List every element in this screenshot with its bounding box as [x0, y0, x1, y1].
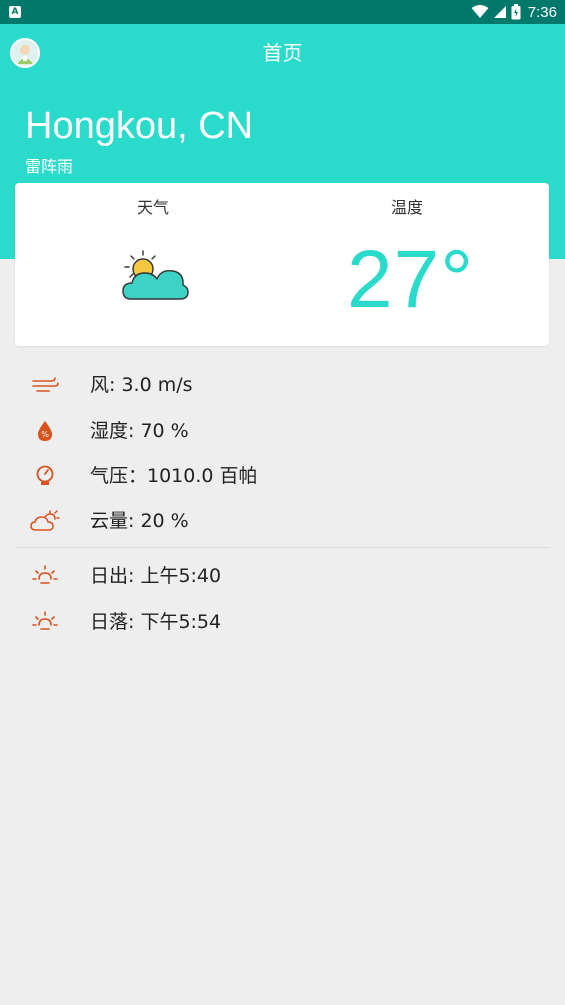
cloud-sun-icon — [30, 508, 60, 534]
wind-icon — [30, 372, 60, 398]
pressure-row: 气压：1010.0 百帕 — [0, 456, 565, 496]
sunrise-text: 日出: 上午5:40 — [90, 565, 222, 587]
temperature-label: 温度 — [391, 198, 424, 217]
weather-card: 天气 温度 27° — [15, 183, 549, 346]
cloudiness-row: 云量: 20 % — [0, 501, 565, 541]
weather-label: 天气 — [137, 198, 170, 217]
sunrise-icon — [30, 563, 60, 589]
status-bar: A 7:36 — [0, 0, 565, 24]
weather-condition: 雷阵雨 — [25, 157, 74, 176]
sunset-row: 日落: 下午5:54 — [0, 602, 565, 642]
signal-icon — [493, 6, 506, 18]
temperature-value: 27° — [347, 234, 475, 325]
pressure-gauge-icon — [30, 463, 60, 489]
humidity-icon: % — [30, 418, 60, 444]
sunrise-row: 日出: 上午5:40 — [0, 556, 565, 596]
divider — [15, 547, 549, 548]
humidity-row: % 湿度: 70 % — [0, 411, 565, 451]
notification-icon: A — [9, 6, 21, 18]
wifi-icon — [471, 5, 489, 18]
wind-text: 风: 3.0 m/s — [90, 374, 193, 396]
page-title: 首页 — [262, 41, 303, 65]
cloudiness-text: 云量: 20 % — [90, 510, 189, 532]
battery-icon — [511, 4, 521, 20]
city-name: Hongkou, CN — [25, 105, 254, 147]
pressure-text: 气压：1010.0 百帕 — [90, 465, 258, 487]
sunset-text: 日落: 下午5:54 — [90, 611, 222, 633]
wind-row: 风: 3.0 m/s — [0, 365, 565, 405]
svg-text:%: % — [41, 430, 49, 439]
status-time: 7:36 — [527, 3, 557, 21]
humidity-text: 湿度: 70 % — [90, 420, 189, 442]
partly-cloudy-icon — [122, 250, 189, 300]
sunset-icon — [30, 609, 60, 635]
status-icons: 7:36 — [471, 0, 557, 24]
